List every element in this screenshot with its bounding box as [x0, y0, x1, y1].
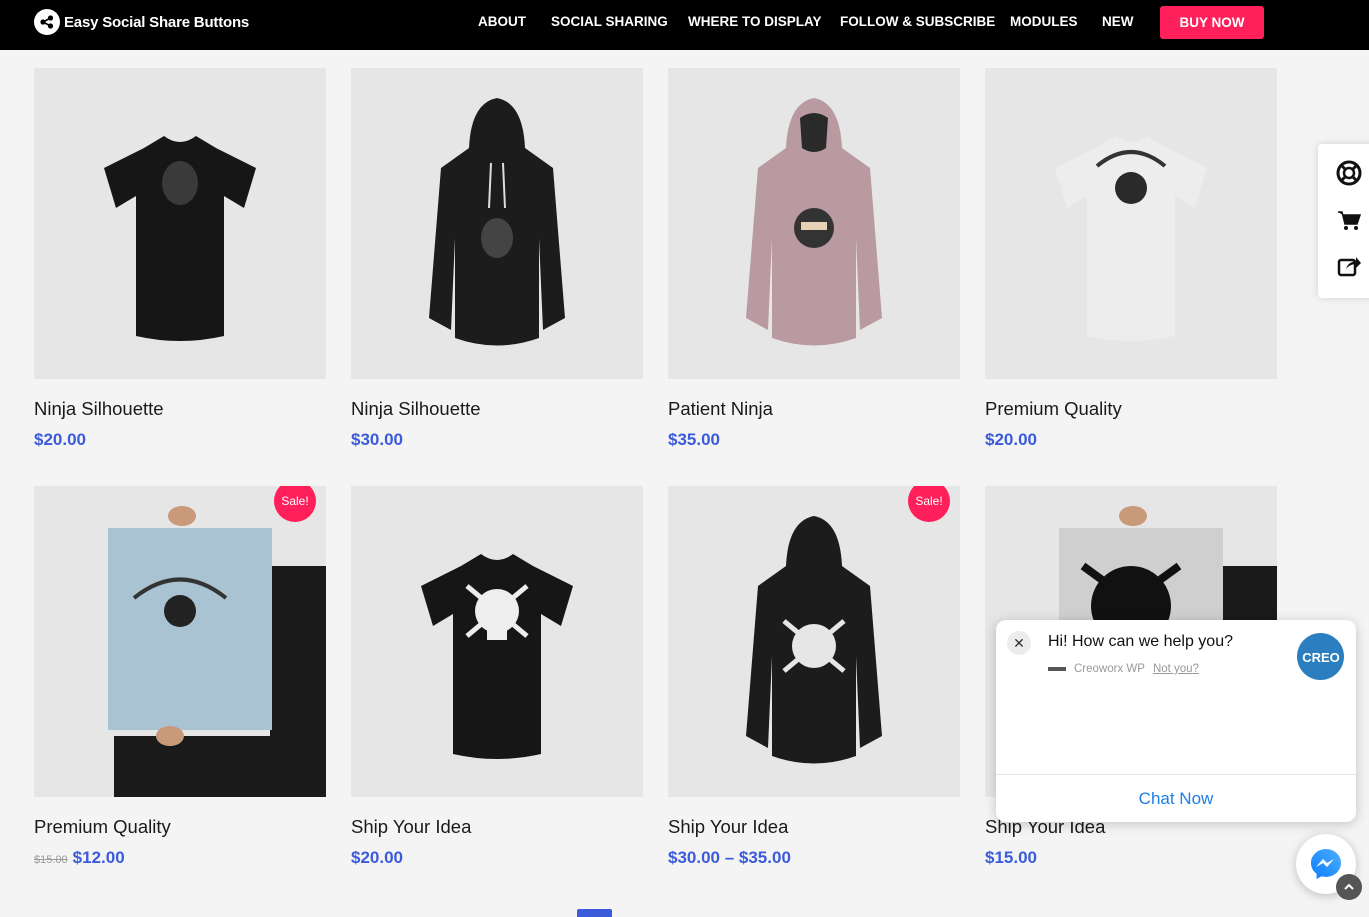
product-image-hoodie-black[interactable] [351, 68, 643, 379]
product-price: $15.00 $12.00 [34, 848, 125, 868]
nav-new[interactable]: NEW [1102, 14, 1134, 29]
sale-price: $12.00 [72, 848, 125, 867]
product-image-tshirt-skull[interactable] [351, 486, 643, 797]
product-image-tshirt-black[interactable] [34, 68, 326, 379]
avatar-text: CREO [1302, 650, 1340, 665]
product-price: $20.00 [985, 430, 1037, 449]
product-card[interactable]: Premium Quality $20.00 [985, 68, 1277, 449]
product-image-tshirt-white[interactable] [985, 68, 1277, 379]
product-price: $30.00 [351, 430, 403, 449]
product-title[interactable]: Premium Quality [34, 816, 171, 838]
close-chat-button[interactable]: ✕ [1007, 631, 1031, 655]
chat-greeting: Hi! How can we help you? [1048, 633, 1233, 650]
side-action-panel [1318, 144, 1369, 298]
cart-icon[interactable] [1336, 207, 1362, 233]
nav-follow-subscribe[interactable]: FOLLOW & SUBSCRIBE [840, 14, 995, 29]
top-navigation: Easy Social Share Buttons ABOUT SOCIAL S… [0, 0, 1369, 50]
product-price: $20.00 [34, 430, 86, 449]
close-icon: ✕ [1013, 634, 1025, 651]
nav-where-to-display[interactable]: WHERE TO DISPLAY [688, 14, 822, 29]
product-card[interactable]: Sale! Ship Your Idea $30.00 – $35.00 [668, 486, 960, 867]
nav-modules[interactable]: MODULES [1010, 14, 1078, 29]
buy-now-button[interactable]: BUY NOW [1160, 6, 1264, 39]
messenger-icon [1311, 849, 1341, 879]
product-title[interactable]: Ninja Silhouette [34, 398, 164, 420]
brand-name: Easy Social Share Buttons [64, 13, 250, 31]
share-nodes-icon [34, 9, 60, 35]
regular-price: $15.00 [34, 854, 68, 866]
product-price: $15.00 [985, 848, 1037, 867]
product-card[interactable]: Ship Your Idea $20.00 [351, 486, 643, 867]
product-image-hoodie-pink[interactable] [668, 68, 960, 379]
brand-logo[interactable]: Easy Social Share Buttons [34, 9, 249, 35]
product-price: $35.00 [668, 430, 720, 449]
chat-widget: ✕ Hi! How can we help you? Creoworx WP N… [996, 620, 1356, 822]
product-card[interactable]: Ninja Silhouette $20.00 [34, 68, 326, 449]
pagination-current-page[interactable] [577, 909, 612, 917]
lifebuoy-icon[interactable] [1336, 160, 1362, 186]
product-title[interactable]: Ninja Silhouette [351, 398, 481, 420]
agent-avatar: CREO [1297, 633, 1344, 680]
chat-agent-name: Creoworx WP [1074, 663, 1145, 675]
chat-now-button[interactable]: Chat Now [996, 775, 1356, 822]
product-title[interactable]: Premium Quality [985, 398, 1122, 420]
agent-logo-icon [1048, 667, 1066, 671]
product-title[interactable]: Patient Ninja [668, 398, 773, 420]
product-card[interactable]: Patient Ninja $35.00 [668, 68, 960, 449]
chevron-up-icon [1344, 883, 1354, 890]
product-price: $30.00 – $35.00 [668, 848, 791, 867]
product-card[interactable]: Ninja Silhouette $30.00 [351, 68, 643, 449]
product-title[interactable]: Ship Your Idea [668, 816, 788, 838]
nav-social-sharing[interactable]: SOCIAL SHARING [551, 14, 668, 29]
not-you-link[interactable]: Not you? [1153, 663, 1199, 675]
product-image-poster-blue[interactable]: Sale! [34, 486, 326, 797]
nav-about[interactable]: ABOUT [478, 14, 526, 29]
product-price: $20.00 [351, 848, 403, 867]
scroll-to-top-button[interactable] [1336, 874, 1362, 900]
product-card[interactable]: Sale! Premium Quality $15.00 $12.00 [34, 486, 326, 867]
product-image-hoodie-skull[interactable]: Sale! [668, 486, 960, 797]
product-title[interactable]: Ship Your Idea [351, 816, 471, 838]
share-icon[interactable] [1336, 252, 1362, 278]
chat-agent-info: Creoworx WP Not you? [1048, 663, 1199, 675]
